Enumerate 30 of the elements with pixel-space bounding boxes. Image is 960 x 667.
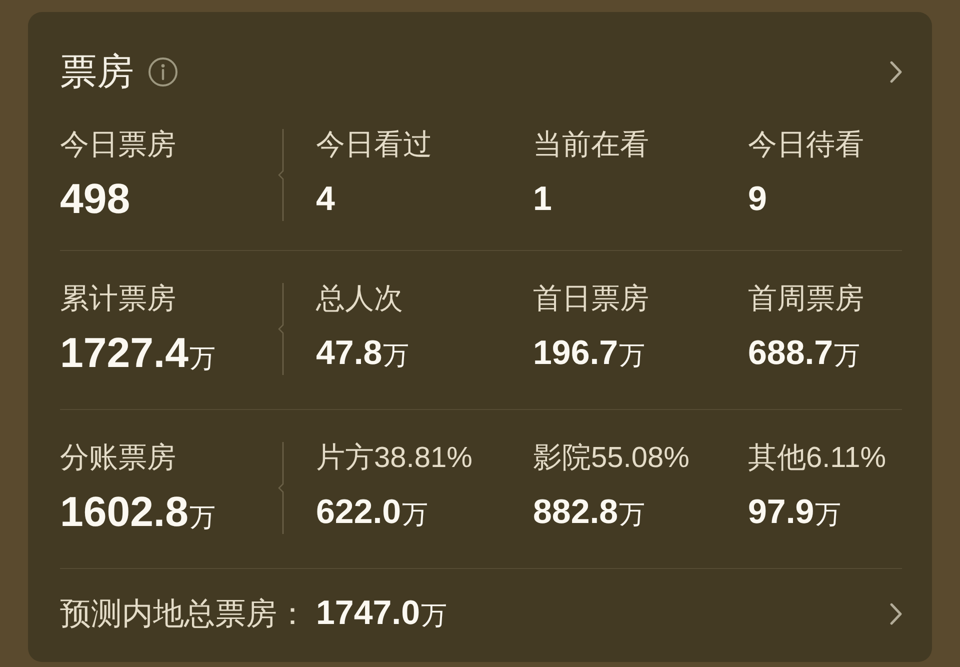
stat-value: 47.8万 [316,333,410,374]
stat-label: 其他6.11% [748,442,886,474]
card-title: 票房 [60,50,134,94]
stat-value: 622.0万 [316,492,428,533]
stat-value: 4 [316,179,335,220]
info-icon[interactable] [148,57,178,87]
stat-label: 片方38.81% [316,442,472,474]
stat-value: 688.7万 [748,333,860,374]
stat-label: 当前在看 [533,129,649,161]
stat-value: 882.8万 [533,492,646,533]
stat-label: 首周票房 [748,283,864,315]
stat-label: 分账票房 [60,442,176,474]
stat-value: 1727.4万 [60,331,216,378]
stat-value: 196.7万 [533,333,646,374]
stat-label: 影院55.08% [533,442,690,474]
stat-value: 498 [60,177,130,221]
forecast-label: 预测内地总票房： [60,597,309,631]
chevron-right-icon[interactable] [890,61,902,83]
stat-value: 9 [748,179,767,220]
stat-label: 首日票房 [533,283,649,315]
forecast-value: 1747.0万 [316,593,447,634]
stat-label: 今日待看 [748,129,864,161]
stat-value: 1 [533,179,552,220]
stat-label: 今日看过 [316,129,432,161]
stat-label: 累计票房 [60,283,176,315]
stat-label: 总人次 [316,283,403,315]
chevron-right-icon[interactable] [890,603,902,625]
stat-label: 今日票房 [60,129,176,161]
stat-value: 97.9万 [748,492,842,533]
stat-value: 1602.8万 [60,490,216,537]
